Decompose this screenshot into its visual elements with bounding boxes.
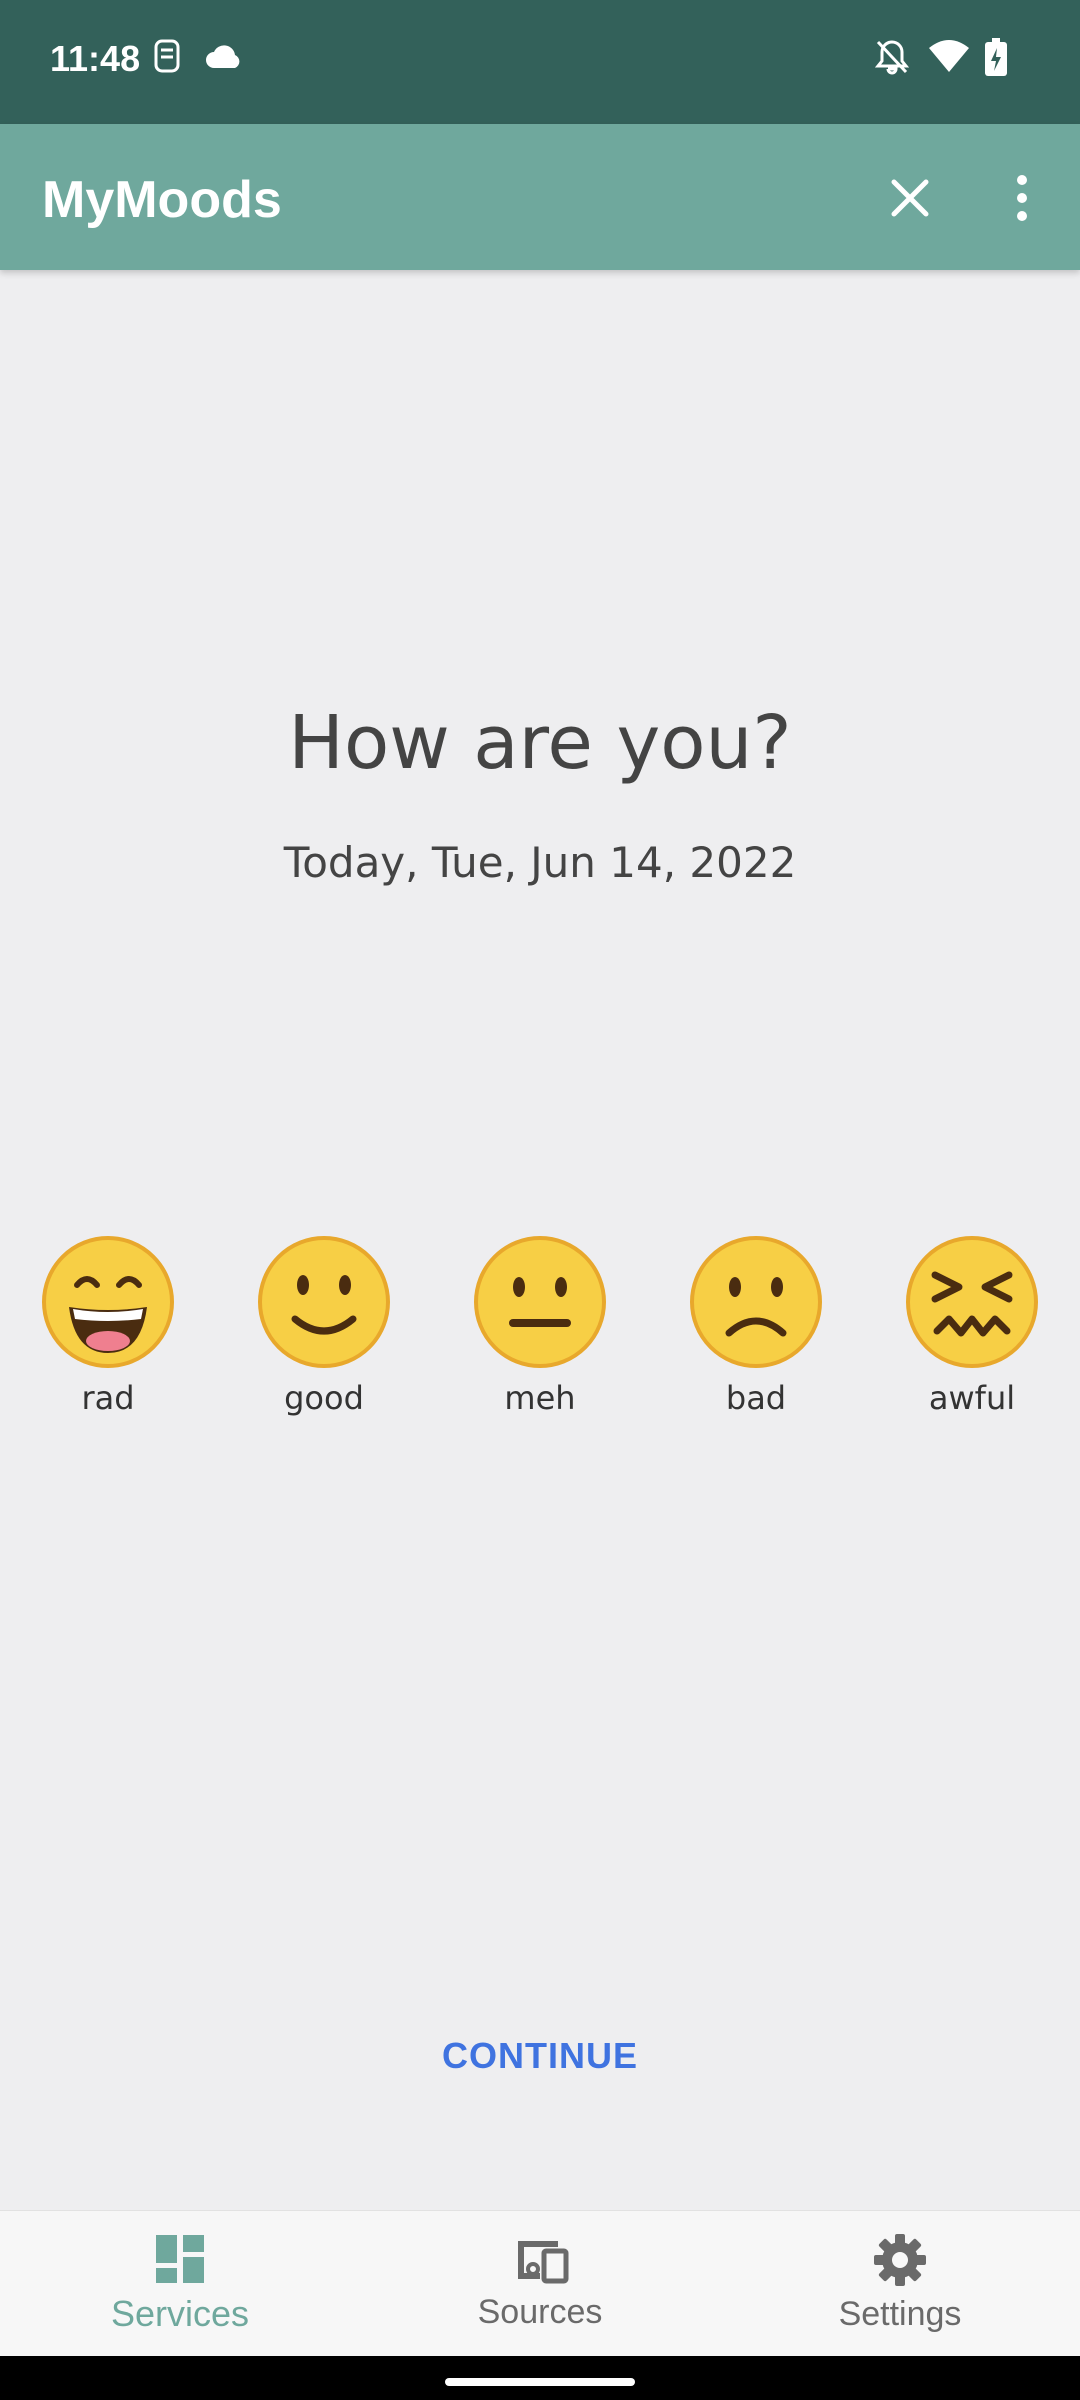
mood-bad[interactable]: bad xyxy=(656,1235,856,1417)
gear-icon xyxy=(874,2234,926,2286)
battery-charging-icon xyxy=(984,38,1008,83)
mood-label-rad: rad xyxy=(81,1379,135,1417)
nav-label-settings: Settings xyxy=(838,2295,962,2333)
slightly-frowning-face-icon xyxy=(690,1236,822,1368)
more-options-button[interactable] xyxy=(1000,168,1044,228)
mood-meh[interactable]: meh xyxy=(440,1235,640,1417)
wifi-icon xyxy=(928,38,970,79)
grinning-face-icon xyxy=(42,1236,174,1368)
confounded-face-icon xyxy=(906,1236,1038,1368)
nav-item-services[interactable]: Services xyxy=(0,2211,360,2357)
mood-awful[interactable]: awful xyxy=(872,1235,1072,1417)
bottom-navigation: Services Sources Settings xyxy=(0,2210,1080,2357)
nav-item-settings[interactable]: Settings xyxy=(720,2211,1080,2357)
slightly-smiling-face-icon xyxy=(258,1236,390,1368)
close-button[interactable] xyxy=(880,168,940,228)
page-title: How are you? xyxy=(288,700,792,786)
dashboard-icon xyxy=(156,2235,204,2283)
neutral-face-icon xyxy=(474,1236,606,1368)
devices-icon xyxy=(518,2241,569,2284)
app-title: MyMoods xyxy=(42,171,282,229)
notifications-off-icon xyxy=(874,38,910,81)
mood-rad[interactable]: rad xyxy=(8,1235,208,1417)
mood-label-meh: meh xyxy=(504,1379,576,1417)
nav-label-services: Services xyxy=(110,2293,250,2334)
close-icon xyxy=(891,179,929,217)
home-gesture-handle[interactable] xyxy=(445,2378,635,2386)
mood-label-good: good xyxy=(284,1379,364,1417)
more-vert-icon xyxy=(1017,175,1027,221)
date-label: Today, Tue, Jun 14, 2022 xyxy=(283,838,797,887)
nav-label-sources: Sources xyxy=(477,2293,603,2331)
nav-item-sources[interactable]: Sources xyxy=(360,2211,720,2357)
continue-button[interactable]: CONTINUE xyxy=(390,2020,690,2090)
mood-label-bad: bad xyxy=(725,1379,787,1417)
sim-icon xyxy=(152,38,182,79)
status-time: 11:48 xyxy=(50,38,141,79)
status-bar: 11:48 xyxy=(0,0,1080,124)
mood-good[interactable]: good xyxy=(224,1235,424,1417)
mood-label-awful: awful xyxy=(928,1379,1016,1417)
cloud-icon xyxy=(204,44,244,75)
